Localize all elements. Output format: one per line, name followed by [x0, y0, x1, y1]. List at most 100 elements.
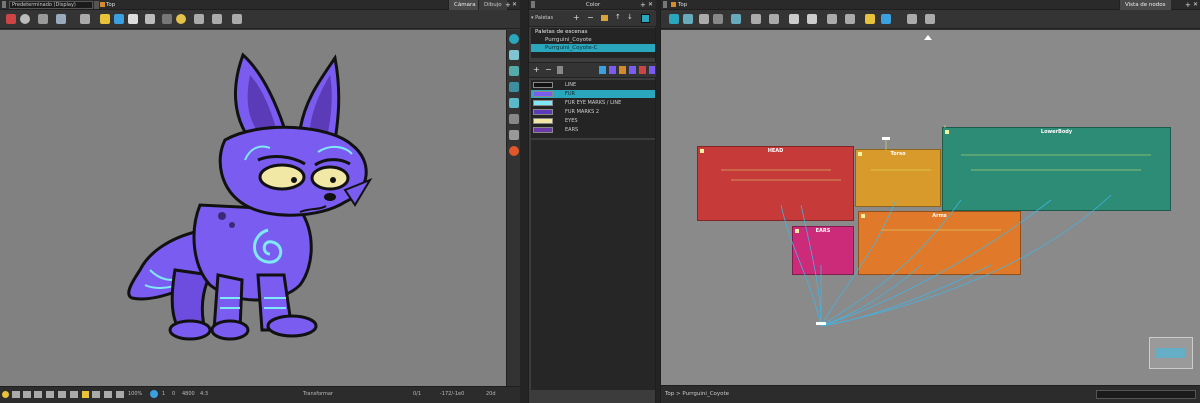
layer-2-icon[interactable] — [509, 66, 519, 76]
node-tool-m-icon[interactable] — [881, 14, 891, 24]
swatch-row[interactable]: EARS — [531, 126, 655, 134]
grid-status-icon[interactable] — [12, 391, 20, 398]
node-tool-i-icon[interactable] — [807, 14, 817, 24]
panel-menu-icon[interactable] — [2, 1, 6, 8]
preview-icon[interactable] — [70, 391, 78, 398]
tool-c-icon[interactable] — [162, 14, 172, 24]
home-icon[interactable] — [100, 2, 105, 7]
swatch-row[interactable]: FUR EYE MARKS / LINE — [531, 99, 655, 107]
swatch-a-icon[interactable] — [609, 66, 616, 74]
brush-color-icon[interactable] — [599, 66, 606, 74]
tab-node-view[interactable]: Vista de nodos — [1119, 0, 1171, 10]
node-tool-c-icon[interactable] — [699, 14, 709, 24]
swatch-row[interactable]: FUR MARKS 2 — [531, 108, 655, 116]
layer-3-icon[interactable] — [509, 82, 519, 92]
node-tool-o-icon[interactable] — [925, 14, 935, 24]
remove-palette-icon[interactable]: − — [587, 13, 594, 22]
deform-icon[interactable] — [509, 130, 519, 140]
light-icon[interactable] — [176, 14, 186, 24]
close-icon[interactable]: ✕ — [512, 1, 517, 9]
arrow-down-icon[interactable]: ↓ — [627, 13, 633, 21]
remove-color-icon[interactable]: − — [545, 65, 552, 74]
node-tool-a-icon[interactable] — [669, 14, 679, 24]
tab-drawing[interactable]: Dibujo — [478, 0, 507, 10]
node-search-input[interactable] — [1096, 390, 1196, 399]
layer-4-icon[interactable] — [509, 98, 519, 108]
node-tool-j-icon[interactable] — [827, 14, 837, 24]
arrow-up-icon[interactable]: ↑ — [615, 13, 621, 21]
frame-icon[interactable] — [23, 391, 31, 398]
sound-icon[interactable] — [92, 391, 100, 398]
tool-e-icon[interactable] — [212, 14, 222, 24]
swatch-c-icon[interactable] — [649, 66, 655, 74]
node-tool-k-icon[interactable] — [845, 14, 855, 24]
scene-breadcrumb[interactable]: Top — [678, 1, 687, 9]
pivot-icon[interactable] — [509, 114, 519, 124]
panel-menu-icon[interactable] — [663, 1, 667, 8]
color-icon[interactable] — [104, 391, 112, 398]
swatch-list-empty-area[interactable] — [531, 140, 655, 390]
tool-a-icon[interactable] — [80, 14, 90, 24]
grid-icon[interactable] — [38, 14, 48, 24]
chevron-down-icon[interactable] — [94, 1, 99, 9]
scene-breadcrumb[interactable]: Top — [106, 1, 115, 9]
transform-icon[interactable] — [114, 14, 124, 24]
camera-viewport[interactable] — [0, 30, 506, 386]
tool-f-icon[interactable] — [232, 14, 242, 24]
node-tool-e-icon[interactable] — [731, 14, 741, 24]
splitter[interactable] — [520, 0, 528, 403]
node-tool-f-icon[interactable] — [751, 14, 761, 24]
gear-icon[interactable] — [20, 14, 30, 24]
tool-b-icon[interactable] — [128, 14, 138, 24]
node-breadcrumb: Top > Purrguini_Coyote — [665, 391, 729, 397]
brush-icon[interactable] — [145, 14, 155, 24]
swatch-row[interactable]: EYES — [531, 117, 655, 125]
bulb-icon[interactable] — [2, 391, 9, 398]
paint-icon[interactable] — [639, 66, 646, 74]
node-canvas[interactable]: HEAD Torso LowerBody Arms EARS — [661, 30, 1200, 385]
node-tool-h-icon[interactable] — [789, 14, 799, 24]
node-tool-g-icon[interactable] — [769, 14, 779, 24]
view-icon[interactable] — [509, 34, 519, 44]
swatch-row[interactable]: LINE — [531, 81, 655, 89]
node-tool-b-icon[interactable] — [683, 14, 693, 24]
swatch-row-selected[interactable]: FUR — [531, 90, 655, 98]
eyedropper-icon[interactable] — [557, 66, 563, 74]
bolt-icon[interactable] — [82, 391, 89, 398]
rgb-icon[interactable] — [116, 391, 124, 398]
node-tool-n-icon[interactable] — [907, 14, 917, 24]
swatch-b-icon[interactable] — [629, 66, 636, 74]
tab-camera[interactable]: Cámara — [448, 0, 481, 10]
add-tab-icon[interactable]: + — [1185, 1, 1191, 9]
palette-icon[interactable] — [641, 14, 650, 23]
record-icon[interactable] — [509, 146, 519, 156]
node-tool-d-icon[interactable] — [713, 14, 723, 24]
display-preset-dropdown[interactable]: Predeterminado (Display) — [9, 1, 93, 9]
node-tool-l-icon[interactable] — [865, 14, 875, 24]
palette-item-selected[interactable]: Purrguini_Coyote-C — [531, 44, 655, 52]
breadcrumb-current[interactable]: Purrguini_Coyote — [682, 391, 729, 397]
shade-icon[interactable] — [58, 391, 66, 398]
tool-d-icon[interactable] — [194, 14, 204, 24]
add-tab-icon[interactable]: + — [640, 1, 646, 9]
camera-mask-icon[interactable] — [46, 391, 54, 398]
close-icon[interactable]: ✕ — [648, 1, 653, 9]
safe-area-icon[interactable] — [34, 391, 42, 398]
add-color-icon[interactable]: + — [533, 65, 540, 74]
lock-icon[interactable] — [100, 14, 110, 24]
zoom-readout[interactable]: 100% — [128, 391, 142, 397]
close-icon[interactable]: ✕ — [1193, 1, 1198, 9]
breadcrumb-root[interactable]: Top — [665, 391, 674, 397]
palette-item[interactable]: Purrguini_Coyote — [531, 36, 655, 44]
add-tab-icon[interactable]: + — [505, 1, 511, 9]
folder-icon[interactable] — [601, 15, 608, 21]
globe-icon[interactable] — [150, 390, 158, 398]
layer-icon[interactable] — [509, 50, 519, 60]
onion-skin-icon[interactable] — [56, 14, 66, 24]
tool-select-icon[interactable] — [6, 14, 16, 24]
home-icon[interactable] — [671, 2, 676, 7]
node-minimap[interactable] — [1149, 337, 1193, 369]
pencil-icon[interactable] — [619, 66, 626, 74]
add-palette-icon[interactable]: + — [573, 13, 580, 22]
palettes-toggle[interactable]: ▾ Paletas — [531, 15, 553, 21]
